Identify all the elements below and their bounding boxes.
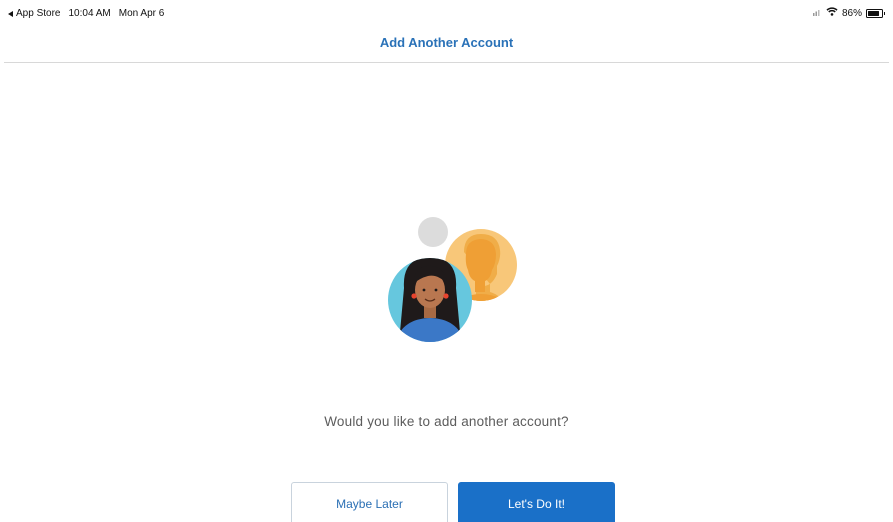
- status-right: 86%: [812, 7, 885, 19]
- lets-do-it-button[interactable]: Let's Do It!: [458, 482, 615, 522]
- wifi-icon: [826, 7, 838, 19]
- signal-icon: [812, 8, 822, 19]
- grey-circle-shape: [418, 217, 448, 247]
- add-account-people-illustration: [380, 212, 525, 347]
- status-time: 10:04 AM: [68, 8, 111, 19]
- battery-icon: [866, 8, 885, 18]
- back-app-label: App Store: [16, 8, 61, 19]
- back-arrow-icon: [8, 10, 13, 17]
- back-to-app-button[interactable]: App Store: [8, 8, 60, 19]
- status-left: App Store 10:04 AM Mon Apr 6: [8, 8, 164, 19]
- page-title: Add Another Account: [379, 35, 514, 50]
- battery-percent: 86%: [841, 7, 862, 19]
- screen: App Store 10:04 AM Mon Apr 6 86% Add Ano…: [0, 0, 893, 522]
- maybe-later-button[interactable]: Maybe Later: [291, 482, 448, 522]
- nav-bar: Add Another Account: [4, 28, 889, 63]
- add-account-prompt: Would you like to add another account?: [324, 414, 569, 429]
- status-bar: App Store 10:04 AM Mon Apr 6 86%: [0, 0, 893, 28]
- status-date: Mon Apr 6: [118, 8, 165, 19]
